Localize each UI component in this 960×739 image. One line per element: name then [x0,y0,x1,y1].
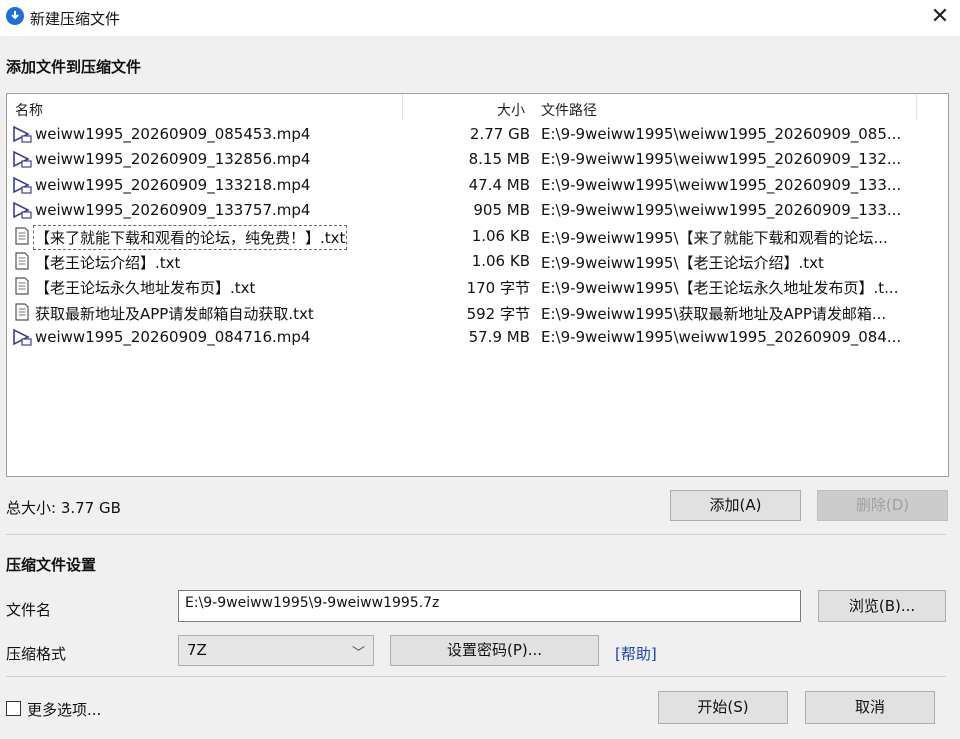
column-header-size[interactable]: 大小 [497,100,525,120]
file-name: weiww1995_20260909_133757.mp4 [35,201,311,220]
file-row[interactable]: weiww1995_20260909_133757.mp4 905 MB E:\9-… [7,198,948,223]
file-name: weiww1995_20260909_084716.mp4 [35,328,311,347]
text-file-icon [12,303,32,321]
file-size: 1.06 KB [471,251,530,270]
more-options-checkbox[interactable] [6,701,21,716]
video-file-icon [12,125,32,143]
file-row[interactable]: weiww1995_20260909_085453.mp4 2.77 GB E:\9… [7,122,948,147]
column-header-path[interactable]: 文件路径 [541,100,597,120]
settings-section-title: 压缩文件设置 [6,556,97,574]
file-size: 57.9 MB [468,328,530,347]
video-file-icon [12,201,32,219]
chevron-down-icon: ﹀ [351,646,365,661]
file-path: E:\9-9weiww1995\weiww1995_20260909_132..… [541,150,902,169]
video-file-icon [12,328,32,346]
file-path: E:\9-9weiww1995\【来了就能下载和观看的论坛... [541,228,888,247]
format-selected-value: 7Z [187,641,207,659]
help-link[interactable]: [帮助] [615,643,657,664]
file-rows: weiww1995_20260909_085453.mp4 2.77 GB E:\9… [7,122,948,351]
close-icon[interactable]: ✕ [924,2,956,32]
column-divider[interactable] [402,94,403,120]
app-logo-icon [6,7,24,25]
cancel-button[interactable]: 取消 [805,691,935,724]
format-select[interactable]: 7Z ﹀ [178,635,374,666]
file-size: 1.06 KB [471,226,530,245]
file-size: 170 字节 [466,279,530,298]
format-label: 压缩格式 [6,645,67,663]
file-row[interactable]: weiww1995_20260909_084716.mp4 57.9 MB E:\9… [7,325,948,350]
delete-button[interactable]: 删除(D) [817,490,948,521]
set-password-button[interactable]: 设置密码(P)... [390,635,599,666]
file-name: weiww1995_20260909_085453.mp4 [35,125,311,143]
file-name: 【来了就能下载和观看的论坛，纯免费！】.txt [32,224,348,250]
text-file-icon [12,226,32,245]
section-divider [6,676,946,677]
file-row[interactable]: 【老王论坛永久地址发布页】.txt 170 字节 E:\9-9weiww1995\【… [7,274,948,299]
file-size: 2.77 GB [469,125,530,143]
file-row[interactable]: weiww1995_20260909_132856.mp4 8.15 MB E:\9… [7,147,948,172]
file-path: E:\9-9weiww1995\weiww1995_20260909_133..… [541,201,902,220]
file-size: 47.4 MB [468,175,530,194]
column-divider[interactable] [916,94,917,120]
file-name: 【老王论坛介绍】.txt [35,253,181,272]
start-button[interactable]: 开始(S) [658,691,788,724]
file-list[interactable]: 名称 大小 文件路径 weiww1995_20260909_085453.mp4… [6,93,949,477]
add-files-section-title: 添加文件到压缩文件 [6,58,142,76]
file-size: 905 MB [473,201,530,220]
add-button[interactable]: 添加(A) [670,490,801,521]
file-name: 【老王论坛永久地址发布页】.txt [35,279,256,298]
file-path: E:\9-9weiww1995\weiww1995_20260909_085..… [541,125,902,143]
file-path: E:\9-9weiww1995\weiww1995_20260909_084..… [541,328,902,347]
file-row[interactable]: weiww1995_20260909_133218.mp4 47.4 MB E:\9… [7,173,948,198]
window-title: 新建压缩文件 [30,10,121,28]
video-file-icon [12,150,32,168]
section-divider [6,534,946,535]
file-row[interactable]: 获取最新地址及APP请发邮箱自动获取.txt 592 字节 E:\9-9weiww1… [7,300,948,325]
file-path: E:\9-9weiww1995\【老王论坛介绍】.txt [541,253,824,272]
file-row[interactable]: 【老王论坛介绍】.txt 1.06 KB E:\9-9weiww1995\【老王论坛… [7,249,948,274]
file-path: E:\9-9weiww1995\weiww1995_20260909_133..… [541,175,902,194]
filename-label: 文件名 [6,601,52,619]
file-size: 592 字节 [466,304,530,323]
file-name: weiww1995_20260909_133218.mp4 [35,175,311,194]
total-size: 总大小: 3.77 GB [6,499,121,517]
video-file-icon [12,176,32,194]
browse-button[interactable]: 浏览(B)... [818,590,946,622]
more-options-label[interactable]: 更多选项... [27,699,101,720]
file-size: 8.15 MB [468,150,530,169]
text-file-icon [12,252,32,270]
filename-input[interactable]: E:\9-9weiww1995\9-9weiww1995.7z [178,590,801,622]
file-name: weiww1995_20260909_132856.mp4 [35,150,311,169]
file-name: 获取最新地址及APP请发邮箱自动获取.txt [35,304,314,323]
column-header-name[interactable]: 名称 [15,100,43,120]
file-row[interactable]: 【来了就能下载和观看的论坛，纯免费！】.txt 1.06 KB E:\9-9weiw… [7,224,948,250]
file-path: E:\9-9weiww1995\【老王论坛永久地址发布页】.t... [541,279,899,298]
text-file-icon [12,277,32,295]
title-bar: 新建压缩文件 ✕ [0,0,960,36]
file-path: E:\9-9weiww1995\获取最新地址及APP请发邮箱... [541,304,887,323]
